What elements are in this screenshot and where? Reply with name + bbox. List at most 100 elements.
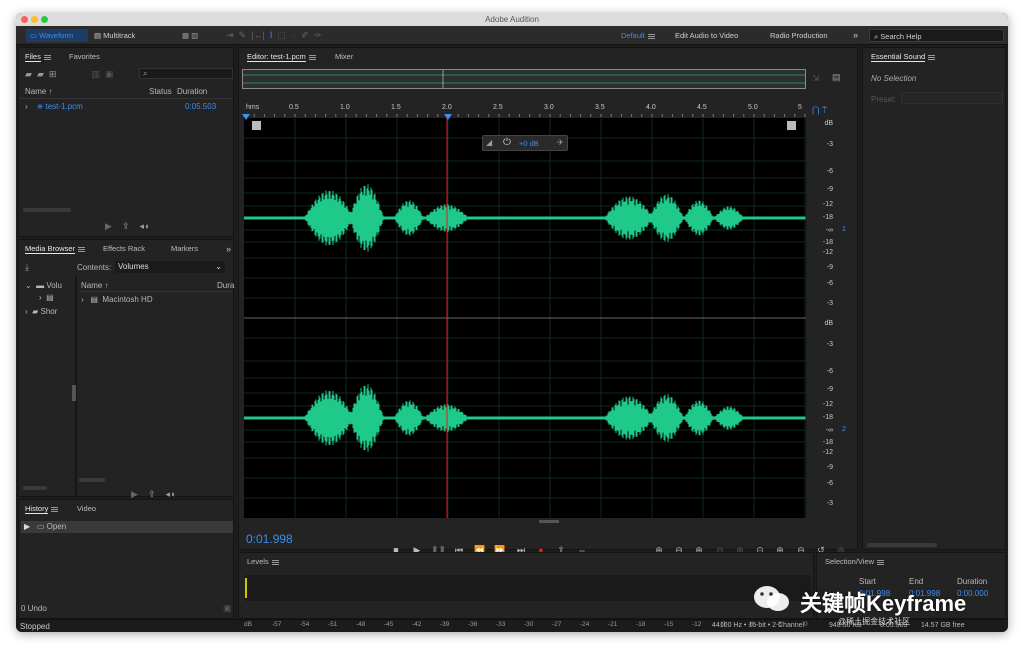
zoom-nav-icon[interactable]: ⇲ <box>812 73 820 84</box>
level-tick-label: -36 <box>468 621 478 628</box>
menu-icon[interactable] <box>51 506 59 512</box>
level-tick-label: -9 <box>720 621 726 628</box>
tab-media-browser[interactable]: Media Browser <box>25 244 76 254</box>
export-icon[interactable]: ⇪ <box>148 489 156 499</box>
workspace-edit-audio-video[interactable]: Edit Audio to Video <box>675 29 738 42</box>
channel-1-label[interactable]: 1 <box>842 226 846 233</box>
tab-effects-rack[interactable]: Effects Rack <box>103 241 145 257</box>
lasso-tool-icon[interactable]: ◌ <box>291 30 296 40</box>
fade-out-handle[interactable] <box>787 121 796 130</box>
tree-scrollbar[interactable] <box>23 486 47 490</box>
splitter-handle[interactable] <box>72 385 76 401</box>
current-time[interactable]: 0:01.998 <box>246 532 293 546</box>
open-folder-icon[interactable]: ▰ <box>25 69 32 79</box>
tool-icons: ⇥ ✎ |↔| I ⬚ ◌ ✐ ✑ <box>226 29 321 42</box>
marquee-tool-icon[interactable]: ⬚ <box>277 30 286 40</box>
preset-dropdown[interactable] <box>901 92 1003 104</box>
multitrack-view-button[interactable]: ▤ Multitrack <box>94 29 135 42</box>
play-icon[interactable]: ▶ <box>105 221 112 231</box>
level-tick-label: -24 <box>580 621 590 628</box>
workspace-default[interactable]: Default <box>621 29 655 42</box>
contents-dropdown[interactable]: Volumes ⌄ <box>115 261 225 273</box>
chevron-right-icon[interactable]: › <box>25 102 28 111</box>
waveform-scrollbar[interactable] <box>539 520 559 523</box>
files-search-input[interactable]: ⌕ <box>139 68 233 79</box>
tab-video[interactable]: Video <box>77 501 96 517</box>
tab-markers[interactable]: Markers <box>171 241 198 257</box>
horizontal-scrollbar[interactable] <box>23 208 71 212</box>
menu-icon[interactable] <box>271 559 279 565</box>
menu-icon[interactable] <box>877 559 885 565</box>
close-window-button[interactable] <box>21 16 28 23</box>
menu-icon[interactable] <box>928 54 936 60</box>
more-tabs-icon[interactable]: » <box>226 241 231 257</box>
list-item[interactable]: › ⧺ test-1.pcm 0:05.503 <box>25 102 231 111</box>
tab-history[interactable]: History <box>25 504 49 514</box>
tab-selection-view[interactable]: Selection/View <box>825 557 874 566</box>
brush-tool-icon[interactable]: ✐ <box>301 30 309 40</box>
spot-healing-icon[interactable]: ✑ <box>314 30 322 40</box>
tab-editor[interactable]: Editor: test-1.pcm <box>247 52 306 62</box>
gain-value[interactable]: +0 dB <box>519 139 539 148</box>
column-status[interactable]: Status <box>149 87 172 96</box>
spectral-display-icon[interactable]: ▦ ▧ <box>182 29 198 42</box>
menu-icon[interactable] <box>43 54 51 60</box>
time-selection-tool-icon[interactable]: I <box>270 30 273 40</box>
move-tool-icon[interactable]: ⇥ <box>226 30 234 40</box>
autoplay-icon[interactable]: ◂◖ <box>140 221 150 231</box>
zoom-window-button[interactable] <box>41 16 48 23</box>
razor-tool-icon[interactable]: ✎ <box>239 30 247 40</box>
column-name[interactable]: Name ↑ <box>25 87 53 96</box>
history-open-icon: ▭ <box>36 522 45 531</box>
playhead-marker[interactable] <box>444 114 452 120</box>
tree-item-volumes[interactable]: ⌄ ▬ Volu <box>25 281 62 290</box>
import-icon[interactable]: ▰ <box>37 69 44 79</box>
menu-icon[interactable] <box>78 246 86 252</box>
panel-scrollbar[interactable] <box>867 543 937 547</box>
tree-item-drive[interactable]: › ▤ <box>39 293 54 302</box>
trash-icon[interactable]: ▣ <box>223 603 232 614</box>
tab-levels[interactable]: Levels <box>247 557 269 566</box>
search-help-field[interactable]: ⌕ Search Help <box>869 29 1004 42</box>
workspace-radio-production[interactable]: Radio Production <box>770 29 828 42</box>
list-scrollbar[interactable] <box>79 478 105 482</box>
menu-icon[interactable] <box>308 54 316 60</box>
history-item[interactable]: ▶ ▭ Open <box>21 521 233 533</box>
waveform-view-button[interactable]: ▭ Waveform <box>26 29 88 42</box>
tab-favorites[interactable]: Favorites <box>69 49 100 65</box>
more-workspaces-icon[interactable]: » <box>853 29 858 42</box>
tree-item-shortcuts[interactable]: › ▰ Shor <box>25 307 57 316</box>
waveform-display[interactable] <box>243 118 806 518</box>
column-duration[interactable]: Duration <box>177 87 207 96</box>
trash-icon[interactable]: ▣ <box>105 69 114 79</box>
history-panel: History Video ▶ ▭ Open 0 Undo ▣ <box>18 499 234 619</box>
download-icon[interactable]: ⤓ <box>25 262 29 273</box>
chevron-down-icon: ⌄ <box>215 262 222 271</box>
autoplay-icon[interactable]: ◂◖ <box>166 489 176 499</box>
export-icon[interactable]: ⇪ <box>122 221 130 231</box>
volume-knob-icon[interactable]: ⏻ <box>503 137 511 148</box>
slip-tool-icon[interactable]: |↔| <box>251 30 265 40</box>
tab-essential-sound[interactable]: Essential Sound <box>871 52 926 62</box>
column-name[interactable]: Name ↑ <box>81 281 109 290</box>
level-meter-bar <box>245 578 247 598</box>
new-file-icon[interactable]: ⊞ <box>49 69 57 79</box>
tab-mixer[interactable]: Mixer <box>335 49 353 65</box>
minimize-window-button[interactable] <box>31 16 38 23</box>
pin-icon[interactable]: ✈ <box>557 138 564 147</box>
list-item[interactable]: › ▤ Macintosh HD <box>81 295 153 304</box>
panel-options-icon[interactable]: ▤ <box>832 72 841 83</box>
snap-icon[interactable]: ⋂ ⍑ <box>812 105 832 116</box>
channel-2-label[interactable]: 2 <box>842 426 846 433</box>
overview-zoom-bar[interactable] <box>242 69 806 89</box>
fade-in-handle[interactable] <box>252 121 261 130</box>
play-icon[interactable]: ▶ <box>131 489 138 499</box>
start-marker[interactable] <box>242 114 250 120</box>
insert-icon[interactable]: ▥ <box>91 69 100 79</box>
tab-files[interactable]: Files <box>25 52 41 62</box>
column-duration[interactable]: Dura <box>217 281 234 290</box>
preset-label: Preset: <box>871 95 897 104</box>
level-tick-label: -3 <box>776 621 782 628</box>
time-ruler[interactable]: hms 0.5 1.0 1.5 2.0 2.5 3.0 3.5 4.0 4.5 … <box>244 103 806 117</box>
column-end: End <box>909 577 924 586</box>
